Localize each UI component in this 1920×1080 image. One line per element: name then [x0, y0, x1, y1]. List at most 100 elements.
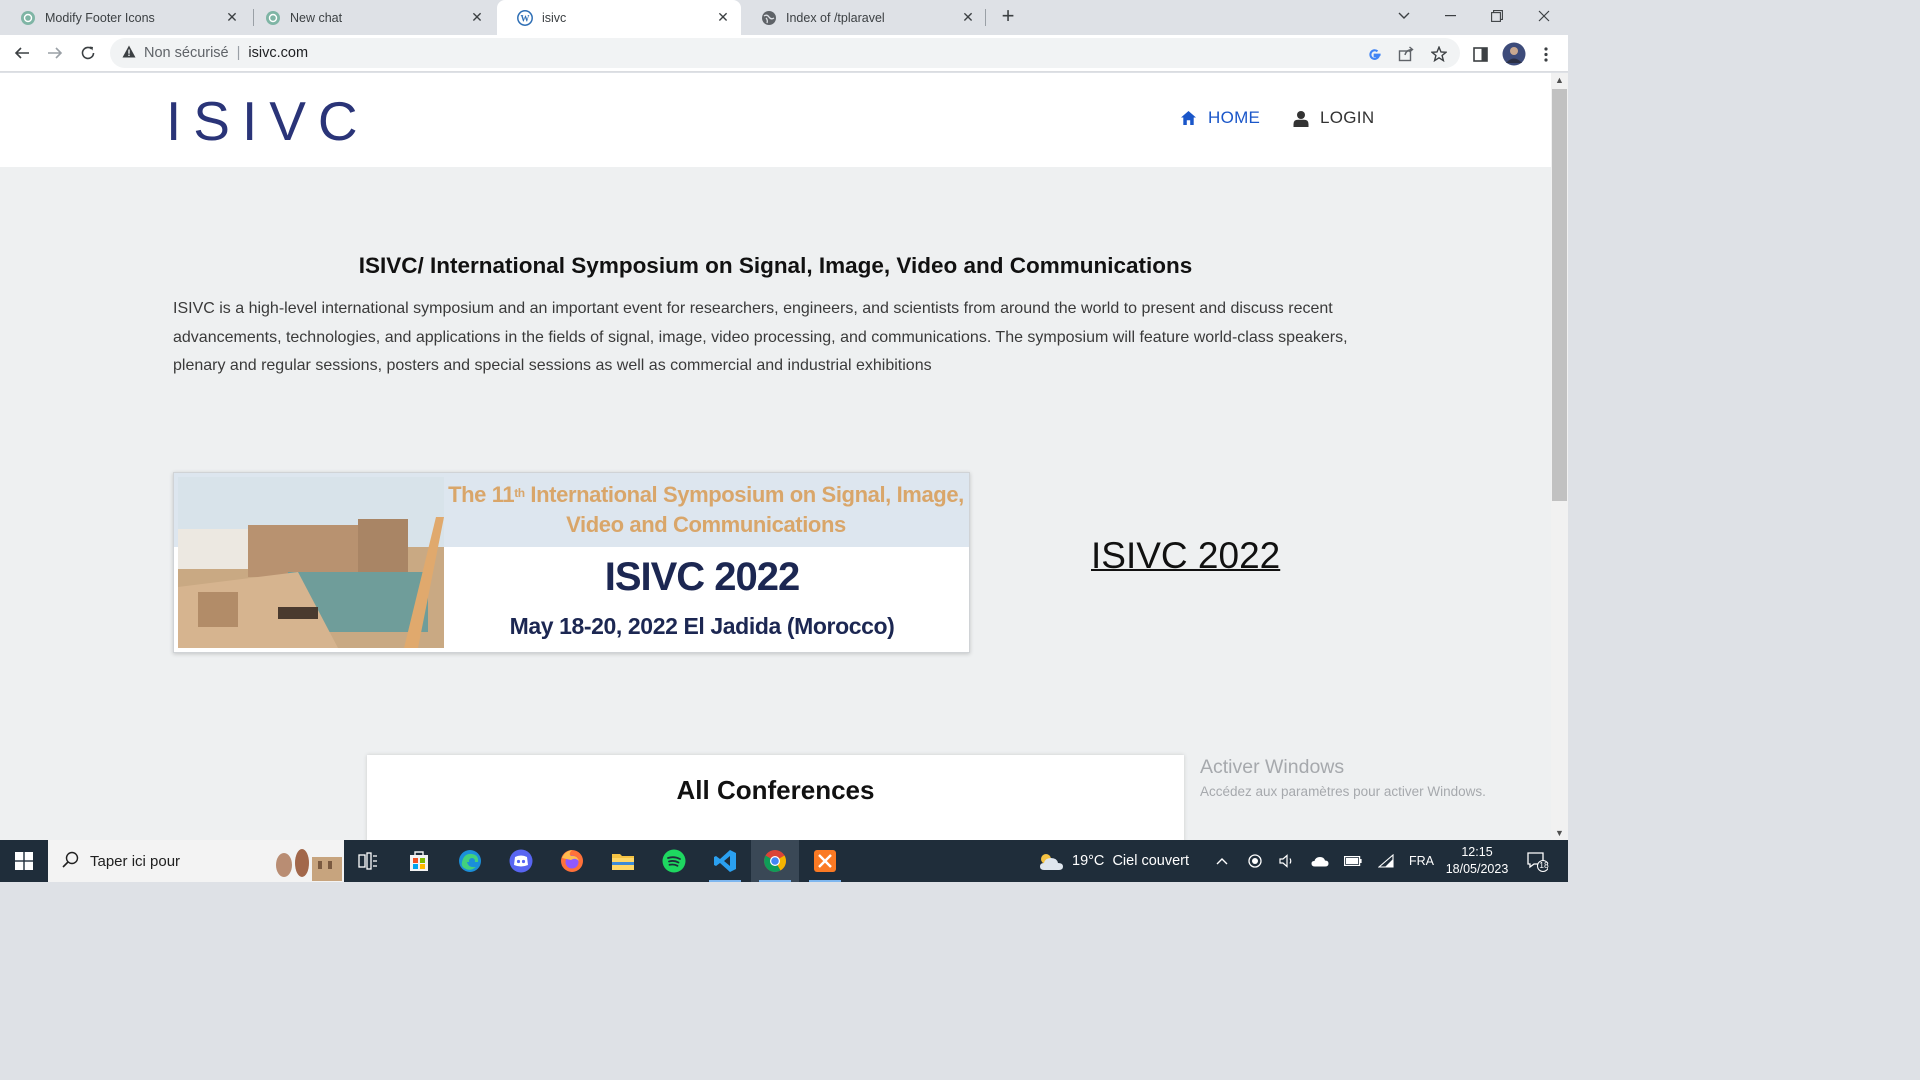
globe-icon	[761, 10, 777, 26]
scroll-down-arrow-icon[interactable]: ▼	[1551, 826, 1568, 840]
system-clock[interactable]: 12:15 18/05/2023	[1440, 844, 1514, 878]
vscode-icon[interactable]	[701, 840, 749, 882]
isivc-2022-banner[interactable]: The 11th International Symposium on Sign…	[173, 472, 970, 653]
tab-search-chevron-icon[interactable]	[1381, 0, 1427, 32]
close-window-button[interactable]	[1521, 0, 1567, 32]
nav-login-link[interactable]: LOGIN	[1293, 108, 1374, 128]
show-hidden-icons-chevron-icon[interactable]	[1208, 840, 1236, 882]
banner-headline-rest: International Symposium on Signal, Image…	[524, 482, 964, 537]
web-page: ISIVC HOME LOGIN ISIVC/ International Sy…	[0, 73, 1551, 840]
chatgpt-icon	[20, 10, 36, 26]
el-jadida-fortress-image	[178, 477, 444, 648]
banner-headline-prefix: The 11	[448, 482, 515, 507]
tab-modify-footer-icons[interactable]: Modify Footer Icons ✕	[0, 0, 250, 35]
xampp-icon[interactable]	[801, 840, 849, 882]
windows-start-button[interactable]	[0, 840, 48, 882]
search-highlight-illustration	[276, 849, 342, 881]
task-view-icon[interactable]	[344, 840, 392, 882]
tab-isivc[interactable]: W isivc ✕	[497, 0, 741, 35]
warning-triangle-icon	[122, 45, 136, 61]
search-placeholder: Taper ici pour	[90, 852, 181, 870]
taskbar-search-box[interactable]: Taper ici pour	[48, 840, 344, 882]
notification-center-icon[interactable]: 18	[1522, 840, 1552, 882]
windows-taskbar: Taper ici pour 19°C Ciel couvert FRA 12:…	[0, 840, 1568, 882]
conferences-title: All Conferences	[676, 775, 875, 805]
close-tab-icon[interactable]: ✕	[715, 9, 731, 26]
home-icon	[1180, 110, 1197, 126]
watermark-line2: Accédez aux paramètres pour activer Wind…	[1200, 784, 1486, 799]
browser-tab-strip: Modify Footer Icons ✕ New chat ✕ W isivc…	[0, 0, 1568, 35]
restore-button[interactable]	[1474, 0, 1520, 32]
user-icon	[1293, 110, 1309, 127]
language-label: FRA	[1409, 854, 1434, 868]
new-tab-button[interactable]: +	[996, 5, 1020, 29]
windows-activation-watermark: Activer Windows Accédez aux paramètres p…	[1200, 756, 1486, 799]
cloudy-weather-icon	[1038, 851, 1064, 871]
back-button[interactable]	[10, 41, 34, 65]
forward-button[interactable]	[43, 41, 67, 65]
wordpress-icon: W	[517, 9, 533, 26]
battery-icon[interactable]	[1339, 840, 1367, 882]
keyboard-language[interactable]: FRA	[1409, 840, 1434, 882]
banner-headline: The 11th International Symposium on Sign…	[446, 480, 966, 540]
search-icon	[62, 851, 79, 872]
google-translate-icon[interactable]	[1363, 43, 1385, 65]
edge-browser-icon[interactable]	[446, 840, 494, 882]
nav-login-label: LOGIN	[1320, 108, 1375, 127]
clock-date: 18/05/2023	[1445, 862, 1509, 876]
url-text[interactable]: isivc.com	[248, 45, 308, 61]
page-scrollbar[interactable]: ▲ ▼	[1551, 73, 1568, 840]
tab-title: New chat	[290, 10, 343, 25]
banner-event-name: ISIVC 2022	[604, 555, 801, 599]
isivc-2022-link[interactable]: ISIVC 2022	[1091, 535, 1280, 577]
tab-title: Index of /tplaravel	[786, 10, 885, 25]
site-header: ISIVC HOME LOGIN	[0, 73, 1551, 167]
spotify-icon[interactable]	[650, 840, 698, 882]
banner-headline-sup: th	[514, 486, 525, 500]
tab-title: Modify Footer Icons	[45, 10, 155, 25]
side-panel-icon[interactable]	[1469, 43, 1491, 65]
tab-title: isivc	[542, 10, 567, 25]
share-icon[interactable]	[1395, 43, 1417, 65]
scroll-up-arrow-icon[interactable]: ▲	[1551, 73, 1568, 87]
address-divider: |	[236, 45, 241, 61]
nav-home-label: HOME	[1208, 108, 1261, 127]
security-status[interactable]: Non sécurisé	[144, 45, 229, 61]
minimize-button[interactable]	[1427, 0, 1473, 32]
address-bar[interactable]: Non sécurisé | isivc.com	[110, 38, 1460, 68]
intro-text: ISIVC is a high-level international symp…	[173, 300, 1348, 374]
banner-date-place: May 18-20, 2022 El Jadida (Morocco)	[509, 613, 895, 639]
clock-time: 12:15	[1461, 845, 1493, 859]
record-icon[interactable]	[1241, 840, 1269, 882]
tab-index-tplaravel[interactable]: Index of /tplaravel ✕	[741, 0, 986, 35]
close-tab-icon[interactable]: ✕	[469, 9, 485, 26]
discord-icon[interactable]	[497, 840, 545, 882]
profile-avatar[interactable]	[1501, 41, 1527, 67]
scroll-thumb[interactable]	[1552, 89, 1567, 501]
intro-title: ISIVC/ International Symposium on Signal…	[358, 253, 1193, 278]
bookmark-star-icon[interactable]	[1428, 43, 1450, 65]
close-tab-icon[interactable]: ✕	[224, 9, 240, 26]
conferences-card: All Conferences	[367, 755, 1184, 840]
microsoft-store-icon[interactable]	[395, 840, 443, 882]
weather-widget[interactable]: 19°C Ciel couvert	[1038, 840, 1189, 882]
kebab-menu-icon[interactable]	[1535, 43, 1557, 65]
svg-text:W: W	[521, 13, 530, 23]
chrome-icon[interactable]	[751, 840, 799, 882]
reload-button[interactable]	[76, 41, 100, 65]
site-logo[interactable]: ISIVC	[166, 89, 370, 153]
wifi-icon[interactable]	[1372, 840, 1400, 882]
notification-count-badge: 18	[1539, 860, 1549, 870]
tab-new-chat[interactable]: New chat ✕	[245, 0, 495, 35]
close-tab-icon[interactable]: ✕	[960, 9, 976, 26]
speaker-icon[interactable]	[1273, 840, 1301, 882]
firefox-icon[interactable]	[548, 840, 596, 882]
tab-divider	[985, 9, 986, 26]
watermark-line1: Activer Windows	[1200, 756, 1345, 778]
weather-text: 19°C Ciel couvert	[1072, 853, 1190, 869]
browser-toolbar: Non sécurisé | isivc.com	[0, 35, 1568, 72]
nav-home-link[interactable]: HOME	[1180, 108, 1260, 128]
onedrive-cloud-icon[interactable]	[1306, 840, 1334, 882]
file-explorer-icon[interactable]	[599, 840, 647, 882]
chatgpt-icon	[265, 10, 281, 26]
